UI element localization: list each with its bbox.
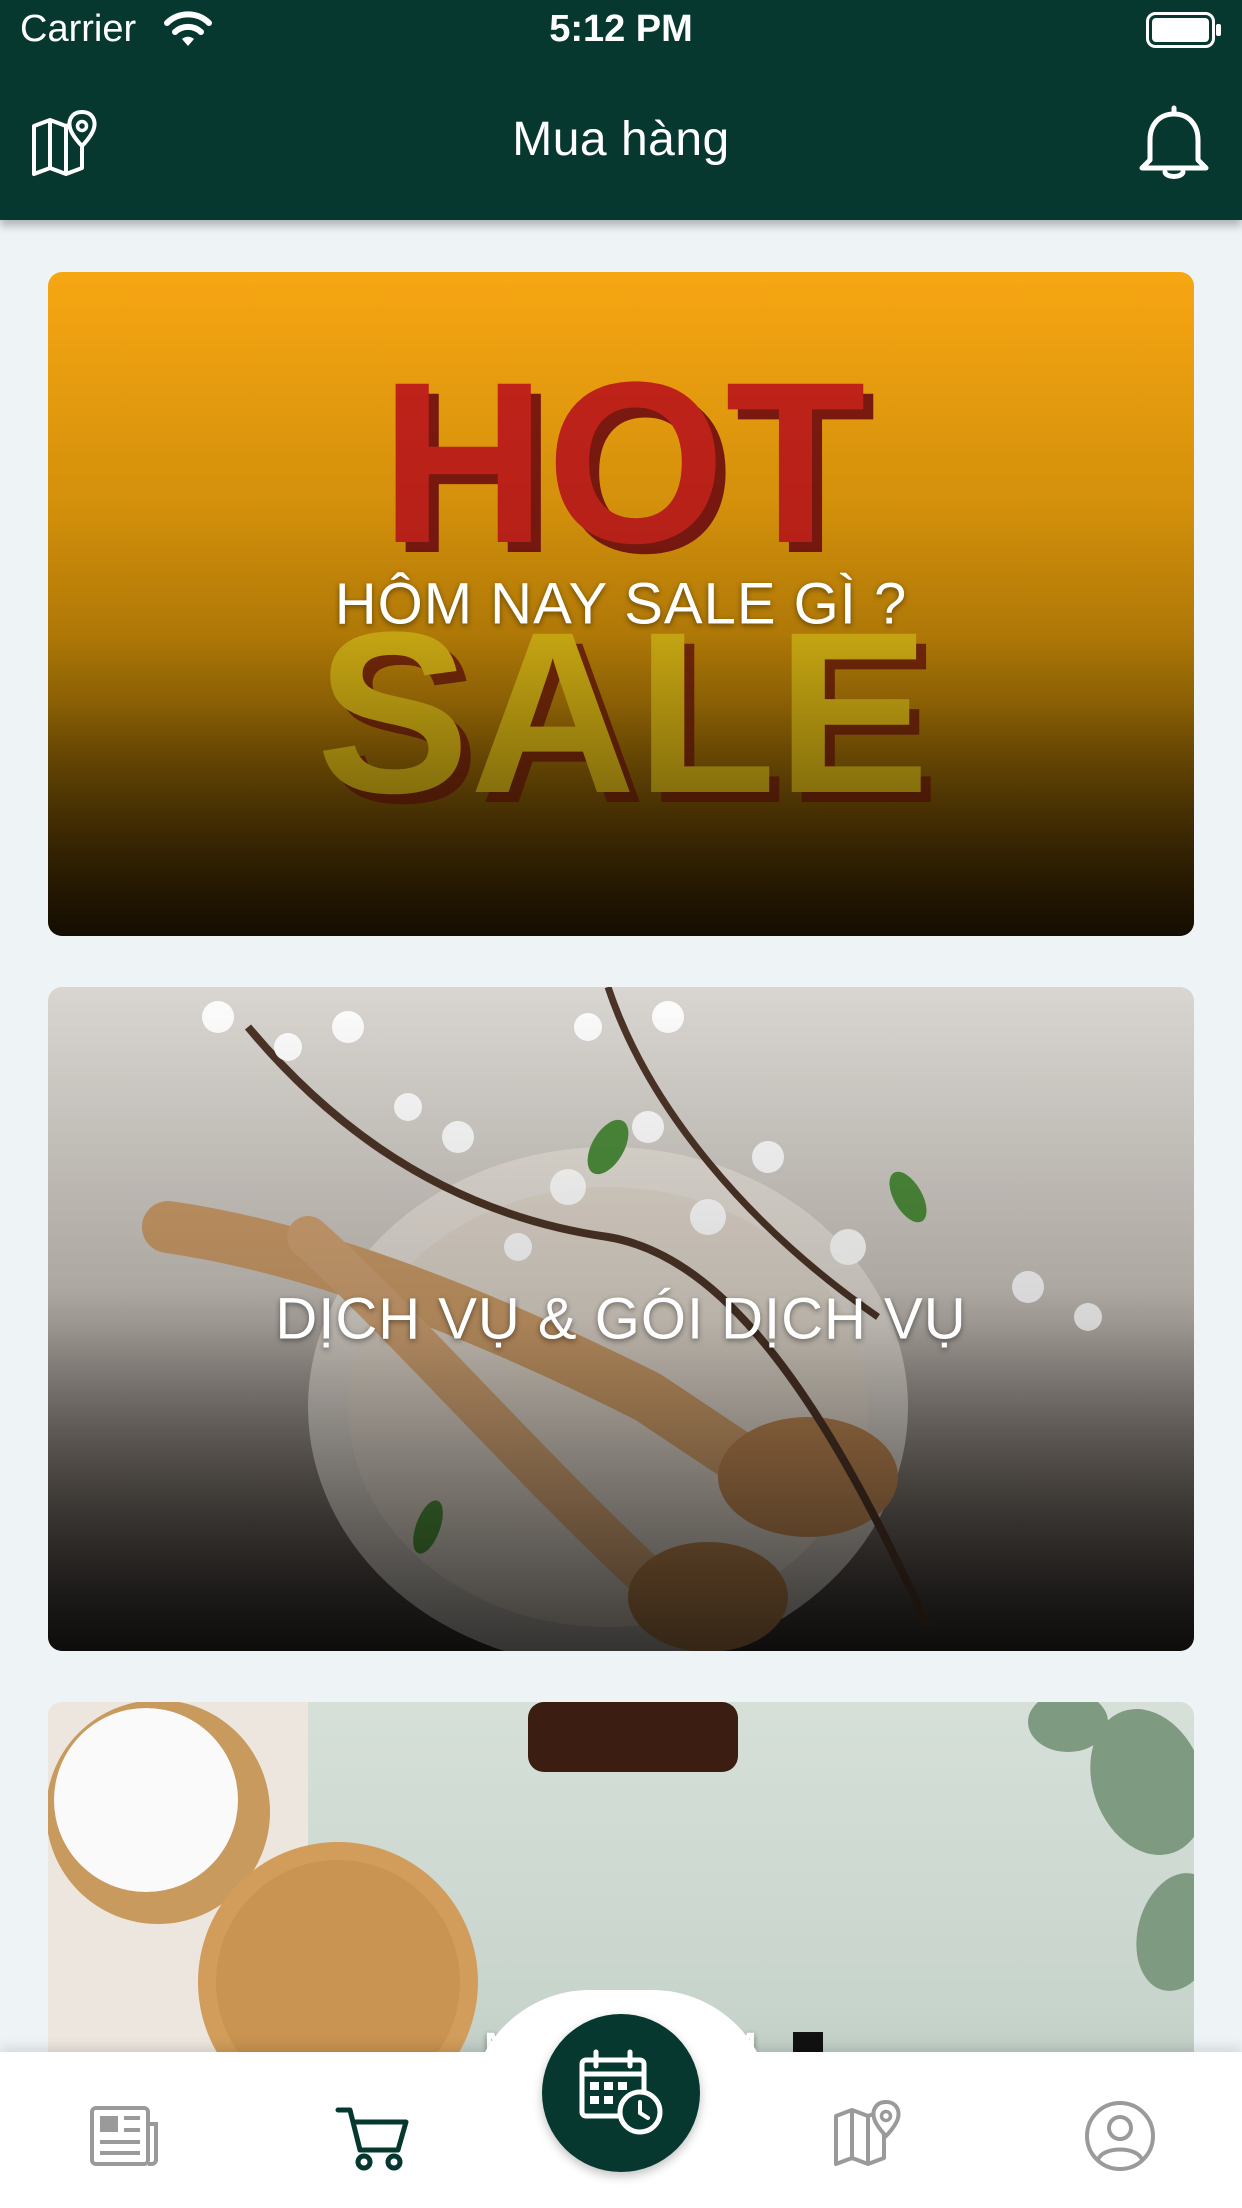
app-header: Mua hàng (0, 60, 1242, 220)
hot-sale-label: HÔM NAY SALE GÌ ? (334, 571, 908, 637)
map-icon[interactable] (830, 2098, 910, 2174)
services-card[interactable]: DỊCH VỤ & GÓI DỊCH VỤ (48, 987, 1194, 1651)
bell-icon[interactable] (1136, 102, 1212, 182)
newspaper-icon[interactable] (84, 2098, 164, 2174)
clock-label: 5:12 PM (549, 8, 693, 50)
page-title: Mua hàng (512, 113, 730, 166)
booking-calendar-button[interactable] (542, 2014, 700, 2172)
services-label: DỊCH VỤ & GÓI DỊCH VỤ (275, 1286, 967, 1352)
cart-icon[interactable] (334, 2098, 414, 2174)
calendar-clock-icon (579, 2049, 663, 2135)
hot-sale-card[interactable]: HOT HOT SALE SALE HÔM NAY SALE GÌ ? (48, 272, 1194, 936)
status-bar: Carrier 5:12 PM (0, 0, 1242, 60)
profile-icon[interactable] (1080, 2098, 1160, 2174)
battery-icon (1146, 12, 1221, 48)
